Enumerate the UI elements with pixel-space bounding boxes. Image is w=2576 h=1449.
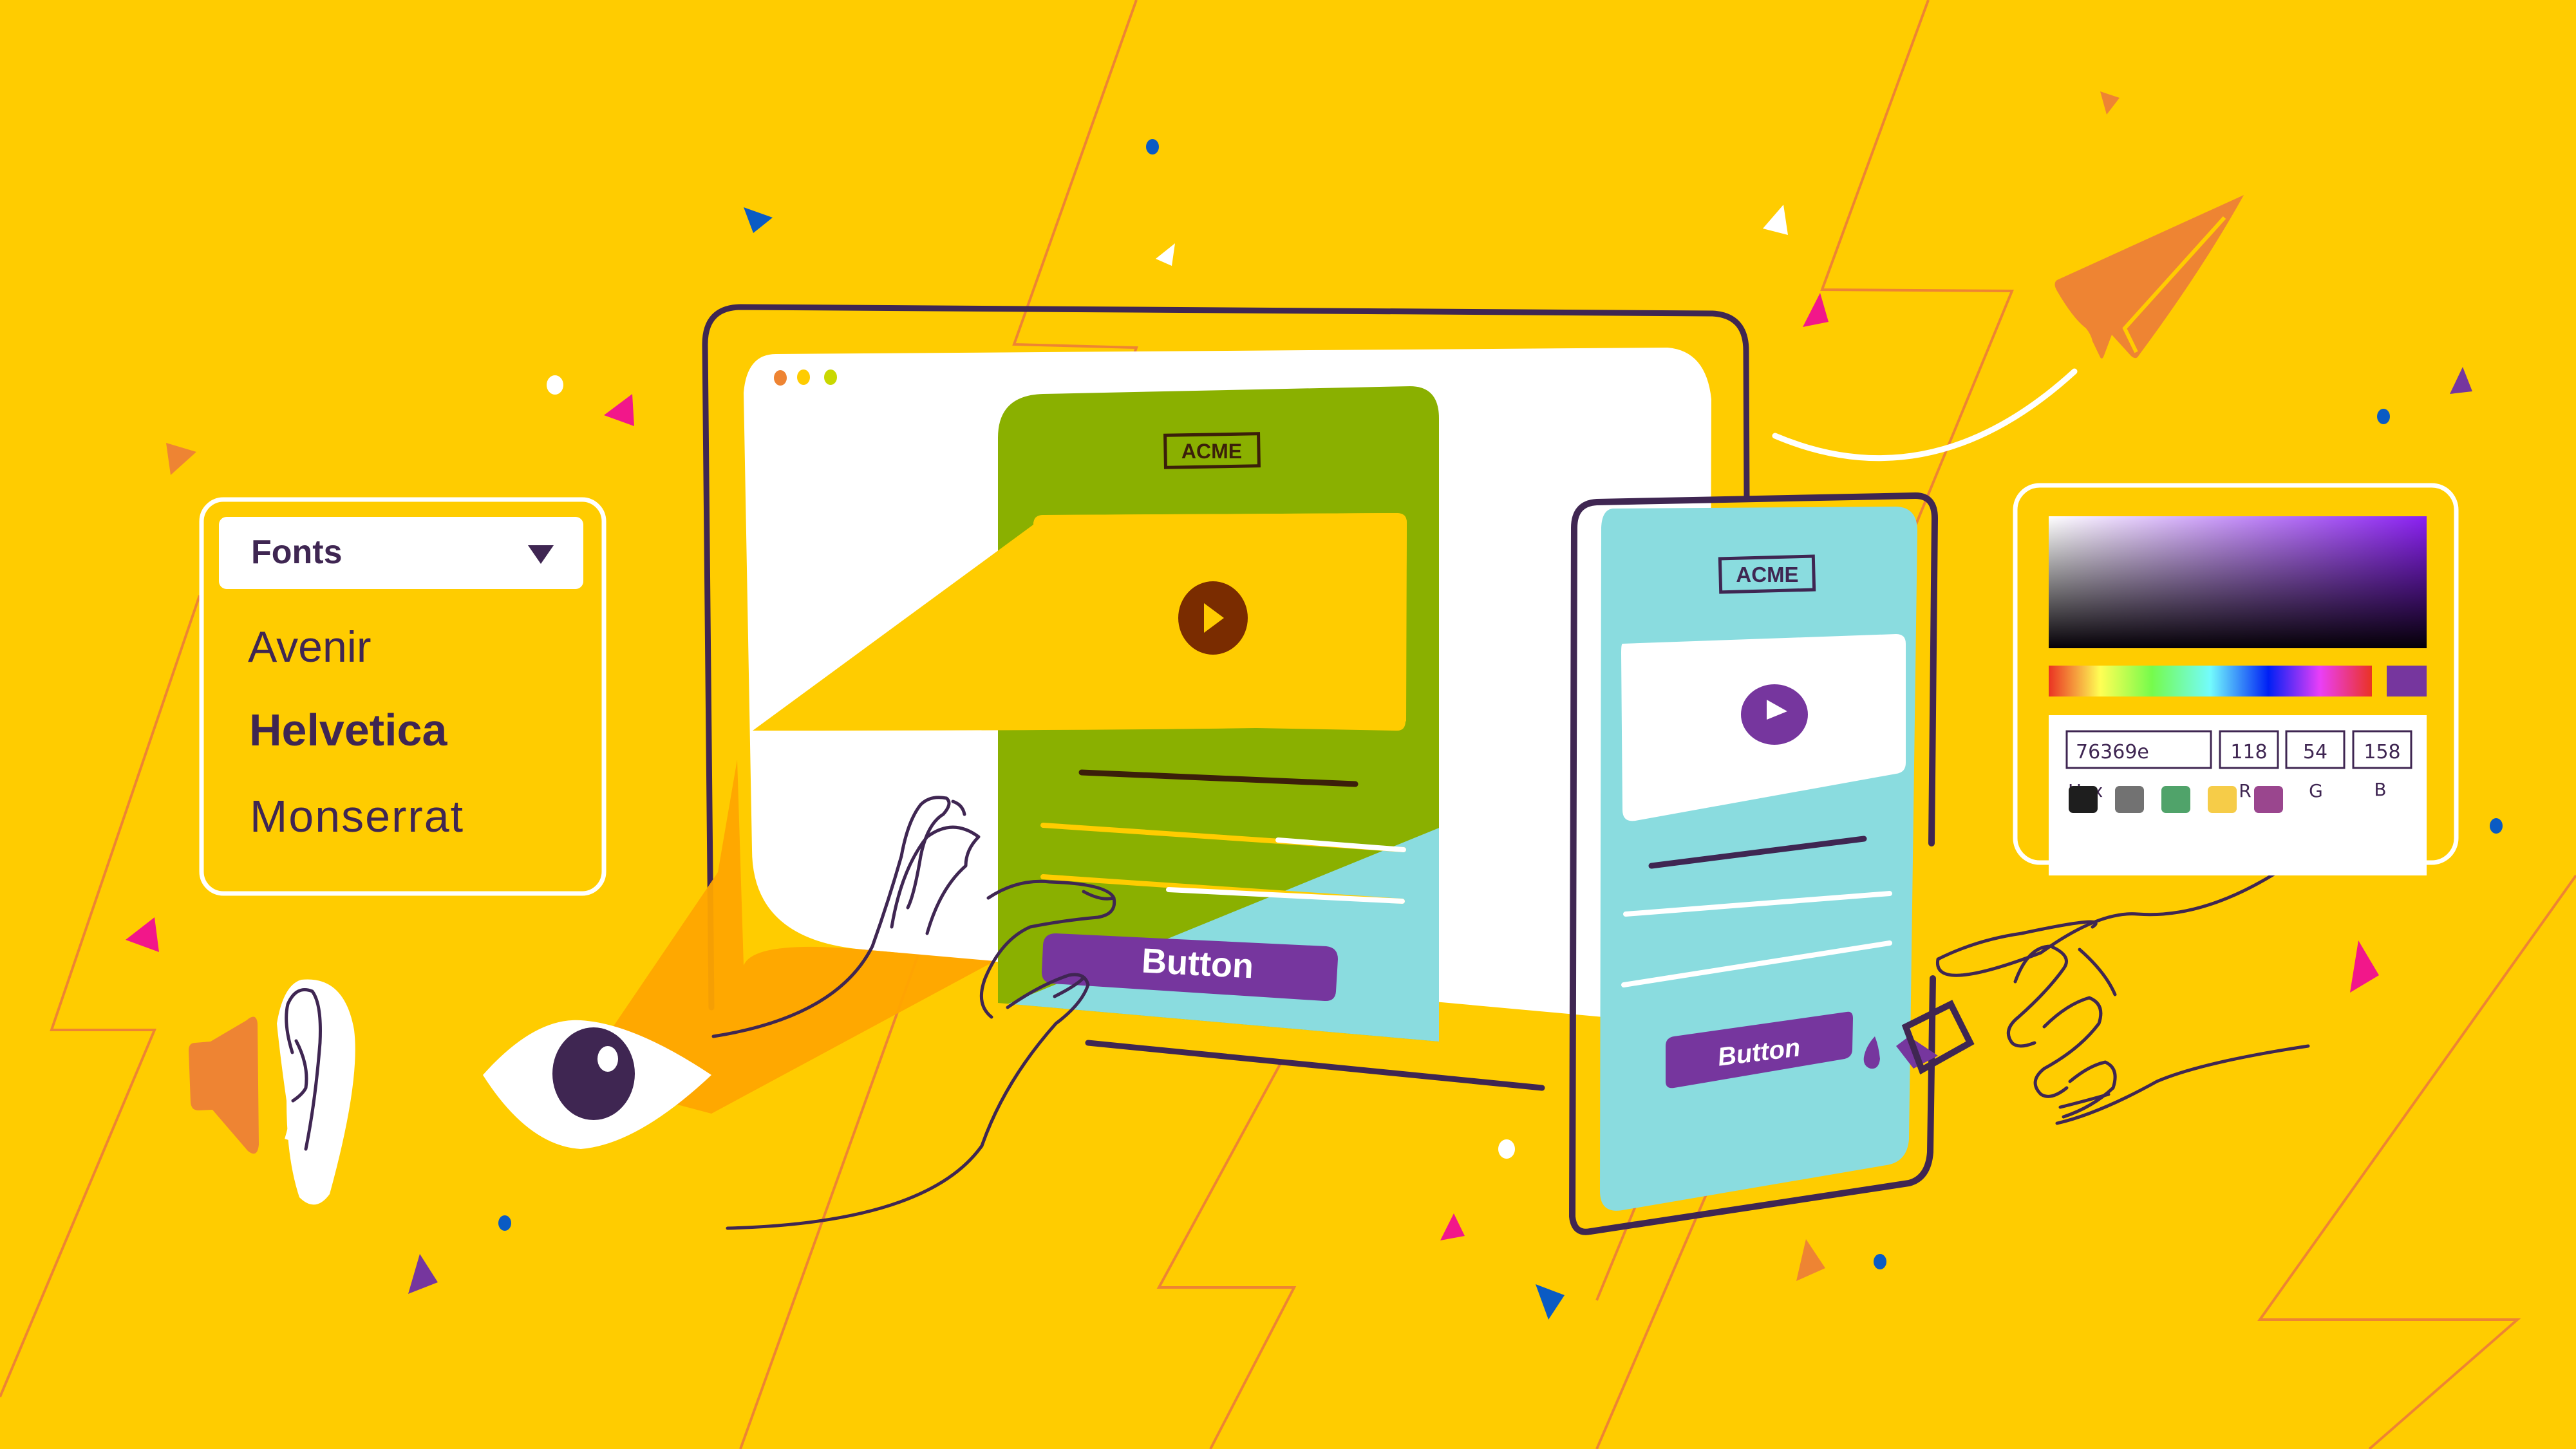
monitor-stand-line	[1085, 1040, 1545, 1091]
confetti-triangle	[1796, 1239, 1825, 1281]
confetti-dot	[547, 375, 563, 395]
eyedropper-icon	[1901, 1000, 1975, 1075]
confetti-triangle	[2350, 940, 2379, 993]
zigzag-line	[0, 595, 201, 1398]
fonts-panel: Fonts Avenir Helvetica Monserrat	[199, 497, 606, 896]
r-label: R	[2239, 780, 2251, 801]
zigzag-line	[2257, 874, 2576, 1449]
tablet-device: ACME Button	[1568, 492, 1939, 1235]
swatch-green[interactable]	[2161, 786, 2190, 813]
window-dot-minimize[interactable]	[797, 369, 810, 385]
swatch-gray[interactable]	[2115, 786, 2144, 813]
hand-finger	[2006, 944, 2117, 1119]
font-option-avenir[interactable]: Avenir	[248, 622, 371, 671]
confetti-triangle	[408, 1254, 438, 1294]
confetti-triangle	[2100, 91, 2120, 115]
desktop-cta-button-label: Button	[1141, 941, 1255, 986]
pointing-hand-right	[1896, 838, 2324, 1125]
confetti-triangle	[744, 207, 773, 233]
hue-slider[interactable]	[2049, 666, 2372, 696]
swatch-black[interactable]	[2069, 786, 2098, 813]
b-input-value: 158	[2364, 741, 2400, 763]
g-input-value: 54	[2303, 741, 2327, 763]
confetti-dot	[498, 1215, 511, 1231]
r-input-value: 118	[2230, 741, 2267, 763]
zigzag-line	[1156, 1061, 1297, 1449]
color-picker-panel: 76369e 118 54 158 Hex R G B	[2013, 483, 2459, 875]
g-label: G	[2309, 780, 2323, 801]
browser-window-controls	[774, 369, 837, 386]
confetti-triangle	[166, 443, 196, 475]
flight-trail	[1772, 368, 2078, 462]
confetti-triangle	[1156, 243, 1175, 266]
eye-iris	[552, 1027, 635, 1120]
b-label: B	[2374, 779, 2386, 800]
confetti-triangle	[1763, 205, 1788, 235]
confetti-triangle	[2450, 367, 2472, 394]
hand-outline	[2055, 1044, 2310, 1125]
confetti-triangle	[1440, 1213, 1465, 1240]
hand-knuckle	[2058, 948, 2117, 1109]
saturation-value-area[interactable]	[2049, 516, 2427, 648]
fonts-dropdown-title: Fonts	[251, 534, 343, 571]
illustration-canvas: Fonts Avenir Helvetica Monserrat ACME Bu…	[0, 0, 2576, 1449]
window-dot-close[interactable]	[774, 370, 787, 386]
tablet-screen	[1600, 507, 1917, 1211]
swatch-yellow[interactable]	[2208, 786, 2237, 813]
confetti-dot	[1498, 1139, 1515, 1159]
confetti-triangle	[126, 917, 159, 952]
font-option-helvetica[interactable]: Helvetica	[249, 705, 447, 755]
paper-plane-icon	[2054, 195, 2244, 359]
confetti-dot	[1146, 139, 1159, 154]
acme-logo: ACME	[1736, 563, 1798, 586]
confetti-triangle	[604, 394, 634, 426]
confetti-dot	[2377, 409, 2390, 424]
speaker-body	[189, 1016, 259, 1154]
fonts-dropdown[interactable]: Fonts	[219, 517, 583, 589]
confetti-triangle	[1536, 1284, 1565, 1320]
ear-icon	[277, 979, 355, 1205]
saturation-field-shade[interactable]	[2049, 516, 2427, 648]
confetti-dot	[2490, 818, 2503, 834]
eye-highlight	[597, 1046, 618, 1072]
window-dot-maximize[interactable]	[824, 369, 837, 385]
font-option-monserrat[interactable]: Monserrat	[250, 791, 464, 841]
confetti-triangle	[1803, 293, 1829, 327]
acme-logo: ACME	[1181, 440, 1242, 463]
swatch-purple[interactable]	[2254, 786, 2283, 813]
paper-plane	[1772, 195, 2244, 462]
hex-input-value: 76369e	[2076, 741, 2149, 763]
confetti-dot	[1874, 1254, 1886, 1269]
selected-color-preview	[2387, 666, 2427, 696]
